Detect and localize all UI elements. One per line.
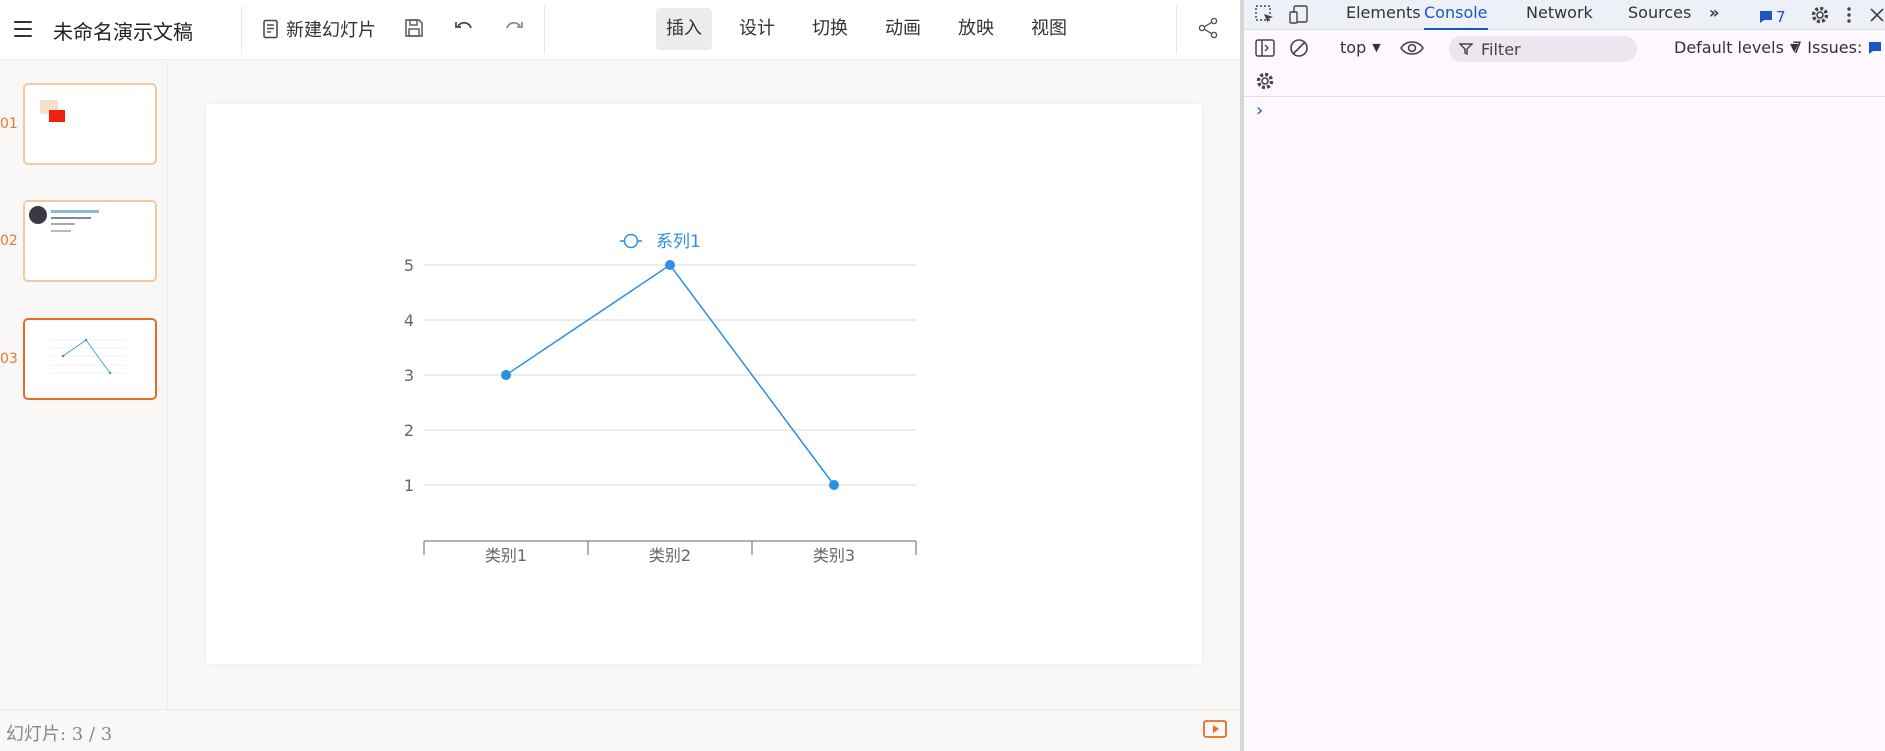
ribbon-tabs: 插入 设计 切换 动画 放映 视图 (656, 8, 1077, 50)
thumbnail-number: 02 (0, 233, 18, 249)
thumbnail-shape (49, 110, 65, 122)
data-point (829, 480, 839, 490)
clear-console-icon[interactable] (1288, 37, 1310, 59)
devtools-panel: Elements Console Network Sources » 7 top… (1244, 0, 1885, 751)
thumbnail-row: 02 (0, 200, 168, 282)
thumbnail-line (51, 230, 71, 232)
context-selector[interactable]: top ▼ (1340, 38, 1381, 57)
slide-canvas[interactable]: 1 2 3 4 5 类别1 类别2 类别3 系列1 (206, 104, 1202, 664)
messages-badge[interactable]: 7 (1759, 6, 1799, 28)
y-tick-label: 1 (404, 476, 414, 495)
thumbnail-number: 03 (0, 351, 18, 367)
live-expression-eye-icon[interactable] (1399, 37, 1427, 59)
data-point (501, 370, 511, 380)
toolbar-divider (1176, 6, 1177, 54)
slide-thumbnail-1[interactable] (23, 83, 157, 165)
thumbnail-line (51, 223, 75, 225)
line-chart[interactable]: 1 2 3 4 5 类别1 类别2 类别3 系列1 (206, 104, 1202, 664)
top-toolbar: 未命名演示文稿 新建幻灯片 插入 设计 切换 动画 放映 视图 (0, 0, 1240, 60)
console-toolbar: top ▼ Filter Default levels ▼ 7 Issues: (1244, 31, 1885, 65)
thumbnail-line (51, 217, 91, 219)
undo-icon[interactable] (452, 16, 476, 40)
thumbnail-chart (51, 338, 125, 375)
y-tick-label: 5 (404, 256, 414, 275)
y-tick-label: 3 (404, 366, 414, 385)
play-slideshow-icon[interactable] (1203, 720, 1227, 738)
x-tick-label: 类别3 (813, 546, 855, 565)
thumbnail-number: 01 (0, 116, 18, 132)
tab-transition[interactable]: 切换 (802, 8, 858, 50)
devtools-tabbar: Elements Console Network Sources » 7 (1244, 0, 1885, 30)
menu-icon[interactable] (14, 21, 32, 37)
filter-icon (1459, 43, 1473, 56)
tab-design[interactable]: 设计 (729, 8, 785, 50)
tab-animation[interactable]: 动画 (875, 8, 931, 50)
message-icon (1869, 41, 1882, 54)
log-levels-label: Default levels (1674, 38, 1784, 57)
x-tick-label: 类别1 (485, 546, 527, 565)
chevron-down-icon: ▼ (1372, 41, 1381, 54)
sidebar-toggle-icon[interactable] (1254, 37, 1276, 59)
console-prompt[interactable]: › (1256, 100, 1263, 121)
more-tabs-icon[interactable]: » (1709, 0, 1719, 30)
settings-gear-icon[interactable] (1809, 4, 1831, 26)
status-bar: 幻灯片: 3 / 3 (0, 709, 1240, 751)
slide-thumbnail-panel: 01 02 03 (0, 61, 168, 709)
x-tick-label: 类别2 (649, 546, 691, 565)
message-count: 7 (1776, 8, 1786, 26)
issues-counter[interactable]: 7 Issues: (1792, 38, 1882, 57)
slide-counter: 幻灯片: 3 / 3 (6, 724, 113, 745)
data-point (665, 260, 675, 270)
log-levels-dropdown[interactable]: Default levels ▼ (1674, 38, 1798, 57)
console-filter-input[interactable]: Filter (1449, 36, 1637, 62)
more-options-icon[interactable] (1844, 4, 1854, 26)
presentation-app: 未命名演示文稿 新建幻灯片 插入 设计 切换 动画 放映 视图 01 02 03… (0, 0, 1240, 751)
devtools-tab-sources[interactable]: Sources (1628, 0, 1691, 30)
document-title[interactable]: 未命名演示文稿 (53, 16, 193, 45)
tab-insert[interactable]: 插入 (656, 8, 712, 50)
y-tick-label: 4 (404, 311, 414, 330)
thumbnail-avatar (29, 206, 47, 224)
redo-icon[interactable] (502, 16, 526, 40)
save-icon[interactable] (402, 16, 426, 40)
device-toolbar-icon[interactable] (1288, 4, 1310, 26)
tab-view[interactable]: 视图 (1021, 8, 1077, 50)
thumbnail-row: 01 (0, 83, 168, 165)
filter-placeholder: Filter (1481, 39, 1521, 59)
share-icon[interactable] (1196, 16, 1220, 40)
new-slide-label: 新建幻灯片 (286, 20, 376, 41)
issues-label: 7 Issues: (1792, 38, 1863, 57)
devtools-tab-elements[interactable]: Elements (1346, 0, 1421, 30)
message-icon (1760, 11, 1772, 23)
thumbnail-line (51, 210, 99, 213)
context-label: top (1340, 38, 1367, 57)
close-devtools-icon[interactable] (1866, 4, 1885, 26)
toolbar-divider (544, 6, 545, 54)
slide-thumbnail-3[interactable] (23, 318, 157, 400)
thumbnail-row: 03 (0, 318, 168, 400)
toolbar-divider (241, 6, 242, 54)
devtools-tab-console[interactable]: Console (1424, 0, 1488, 30)
new-slide-button[interactable]: 新建幻灯片 (262, 16, 376, 42)
console-settings-gear-icon[interactable] (1254, 70, 1276, 92)
inspect-element-icon[interactable] (1254, 4, 1276, 26)
slide-thumbnail-2[interactable] (23, 200, 157, 282)
legend-label: 系列1 (656, 232, 701, 252)
tab-slideshow[interactable]: 放映 (948, 8, 1004, 50)
legend-marker (623, 233, 639, 249)
new-slide-icon (263, 19, 278, 39)
devtools-tab-network[interactable]: Network (1526, 0, 1593, 30)
y-tick-label: 2 (404, 421, 414, 440)
console-settings-row (1244, 65, 1885, 97)
